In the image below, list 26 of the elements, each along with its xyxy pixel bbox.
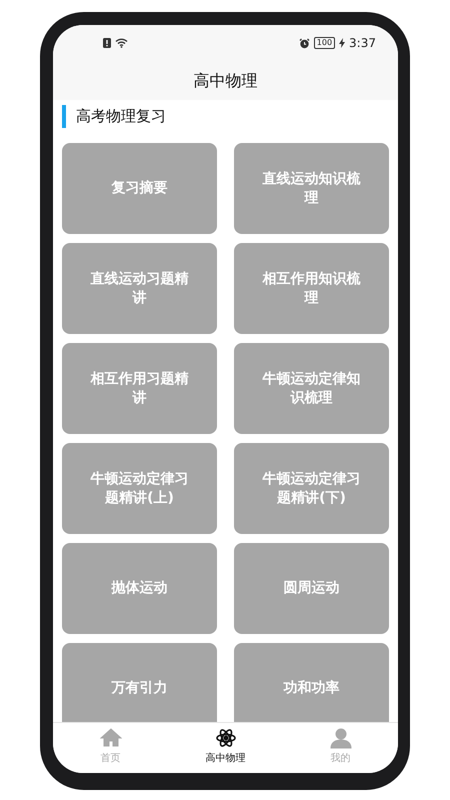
section-title: 高考物理复习 bbox=[62, 105, 398, 128]
topic-button[interactable]: 直线运动习题精讲 bbox=[62, 243, 217, 334]
topic-button[interactable]: 直线运动知识梳理 bbox=[234, 143, 389, 234]
battery-indicator: 100 bbox=[314, 37, 336, 50]
alarm-icon bbox=[298, 38, 310, 49]
topic-button[interactable]: 抛体运动 bbox=[62, 543, 217, 634]
nav-tab[interactable]: 首页 bbox=[53, 723, 168, 773]
nav-tab[interactable]: 我的 bbox=[283, 723, 398, 773]
alert-icon bbox=[103, 38, 111, 48]
status-time: 3:37 bbox=[349, 35, 376, 52]
charging-icon bbox=[339, 38, 346, 48]
topic-button[interactable]: 牛顿运动定律习题精讲(上) bbox=[62, 443, 217, 534]
user-icon bbox=[330, 727, 352, 750]
topic-button[interactable]: 相互作用知识梳理 bbox=[234, 243, 389, 334]
home-icon bbox=[100, 727, 122, 750]
topic-button[interactable]: 功和功率 bbox=[234, 643, 389, 722]
topic-button[interactable]: 牛顿运动定律习题精讲(下) bbox=[234, 443, 389, 534]
topic-button[interactable]: 圆周运动 bbox=[234, 543, 389, 634]
wifi-icon bbox=[115, 38, 128, 48]
topic-button[interactable]: 复习摘要 bbox=[62, 143, 217, 234]
nav-tab[interactable]: 高中物理 bbox=[168, 723, 283, 773]
topic-button[interactable]: 相互作用习题精讲 bbox=[62, 343, 217, 434]
page-title: 高中物理 bbox=[194, 70, 258, 92]
topic-button[interactable]: 牛顿运动定律知识梳理 bbox=[234, 343, 389, 434]
topic-button[interactable]: 万有引力 bbox=[62, 643, 217, 722]
atom-icon bbox=[214, 727, 236, 750]
